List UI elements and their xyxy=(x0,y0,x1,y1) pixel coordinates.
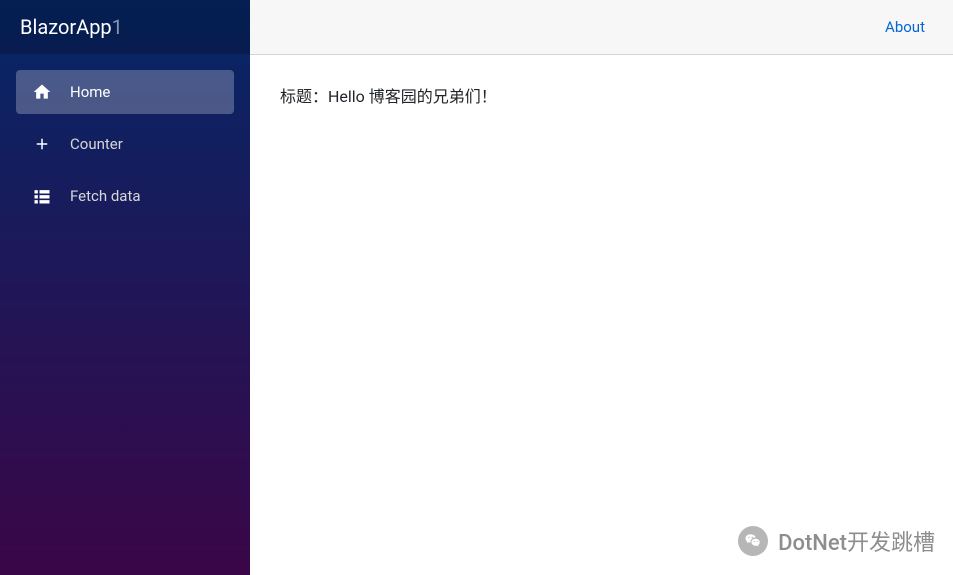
list-icon xyxy=(32,186,52,206)
app-brand[interactable]: BlazorApp1 xyxy=(0,0,250,54)
sidebar: BlazorApp1 Home Counter Fetch data xyxy=(0,0,250,575)
brand-suffix: 1 xyxy=(112,15,123,39)
sidebar-item-home[interactable]: Home xyxy=(16,70,234,114)
sidebar-item-label: Home xyxy=(70,83,110,101)
sidebar-item-counter[interactable]: Counter xyxy=(16,122,234,166)
nav-list: Home Counter Fetch data xyxy=(0,54,250,234)
topbar: About xyxy=(250,0,953,55)
page-content: 标题：Hello 博客园的兄弟们！ xyxy=(250,55,953,135)
main-area: About 标题：Hello 博客园的兄弟们！ DotNet开发跳槽 xyxy=(250,0,953,575)
about-link[interactable]: About xyxy=(885,18,925,36)
home-icon xyxy=(32,82,52,102)
sidebar-item-label: Fetch data xyxy=(70,187,141,205)
wechat-icon xyxy=(738,526,768,556)
plus-icon xyxy=(32,134,52,154)
brand-name: BlazorApp xyxy=(20,15,112,39)
content-title: 标题：Hello 博客园的兄弟们！ xyxy=(280,83,923,107)
watermark: DotNet开发跳槽 xyxy=(738,525,935,557)
sidebar-item-fetch-data[interactable]: Fetch data xyxy=(16,174,234,218)
sidebar-item-label: Counter xyxy=(70,135,123,153)
watermark-text: DotNet开发跳槽 xyxy=(778,525,935,557)
